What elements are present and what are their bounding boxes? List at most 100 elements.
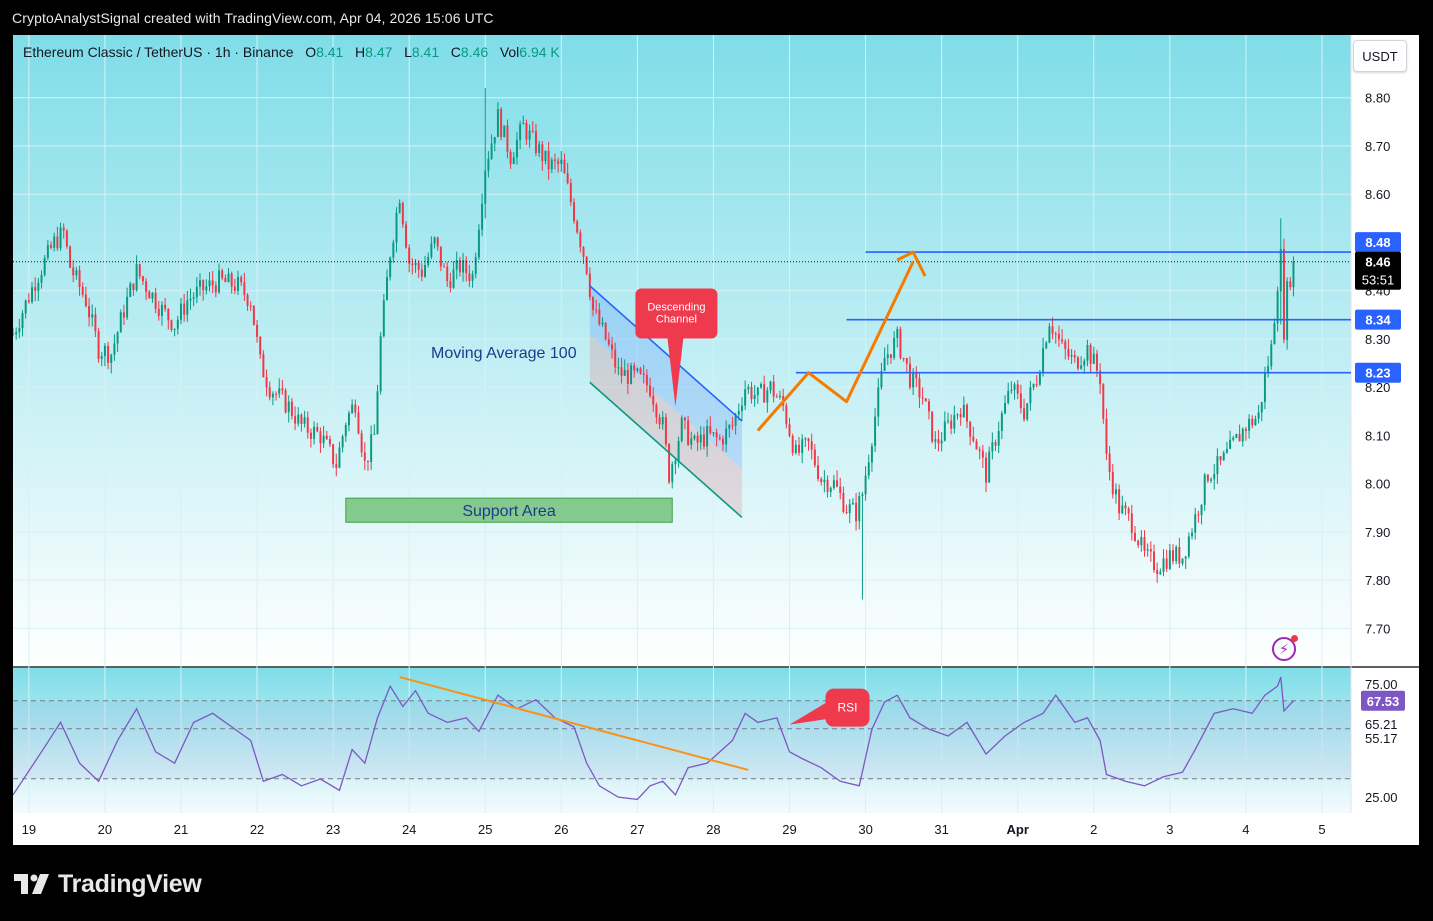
candle-body bbox=[281, 388, 284, 391]
candle-body bbox=[287, 401, 290, 413]
candle-body bbox=[1086, 345, 1089, 361]
candle-body bbox=[411, 263, 414, 266]
symbol-name[interactable]: Ethereum Classic / TetherUS · 1h · Binan… bbox=[23, 44, 294, 60]
candle-body bbox=[525, 123, 528, 140]
candle-body bbox=[908, 363, 911, 388]
candle-body bbox=[1137, 540, 1140, 546]
candle-body bbox=[1235, 434, 1238, 438]
candle-body bbox=[224, 278, 227, 283]
candle-body bbox=[855, 502, 858, 522]
volume-value: 6.94 K bbox=[519, 44, 560, 60]
tradingview-logo[interactable]: TradingView bbox=[14, 868, 202, 900]
candle-body bbox=[1156, 570, 1159, 575]
candle-body bbox=[354, 404, 357, 413]
candle-body bbox=[347, 413, 350, 426]
level-price-label: 8.48 bbox=[1365, 235, 1390, 250]
symbol-legend[interactable]: Ethereum Classic / TetherUS · 1h · Binan… bbox=[23, 44, 560, 60]
chart-frame[interactable]: Support Area Descending Channel Moving Ave… bbox=[13, 35, 1419, 845]
candle-body bbox=[135, 264, 138, 291]
candle-body bbox=[37, 282, 40, 291]
candle-body bbox=[874, 416, 877, 446]
lightning-icon[interactable]: ⚡ bbox=[1272, 635, 1298, 661]
candle-body bbox=[186, 300, 189, 315]
candle-body bbox=[1200, 504, 1203, 516]
candle-body bbox=[1172, 550, 1175, 562]
candle-body bbox=[721, 438, 724, 445]
candle-body bbox=[931, 411, 934, 442]
candle-body bbox=[962, 404, 965, 418]
candle-body bbox=[160, 304, 163, 316]
candle-body bbox=[699, 434, 702, 443]
candle-body bbox=[1213, 474, 1216, 480]
candle-body bbox=[214, 285, 217, 293]
candle-body bbox=[176, 319, 179, 329]
candle-body bbox=[433, 237, 436, 244]
candle-body bbox=[294, 416, 297, 424]
candle-body bbox=[541, 144, 544, 162]
candle-body bbox=[1105, 418, 1108, 454]
candle-body bbox=[953, 415, 956, 429]
candle-body bbox=[766, 390, 769, 403]
candle-body bbox=[842, 492, 845, 513]
currency-button[interactable]: USDT bbox=[1353, 40, 1407, 72]
candle-body bbox=[810, 441, 813, 450]
candle-body bbox=[604, 322, 607, 340]
candle-body bbox=[969, 421, 972, 437]
candle-body bbox=[912, 371, 915, 388]
candle-body bbox=[1257, 412, 1260, 419]
candle-body bbox=[598, 309, 601, 325]
candle-body bbox=[658, 417, 661, 425]
y-tick-label: 8.70 bbox=[1365, 139, 1390, 154]
candle-body bbox=[934, 439, 937, 442]
candle-body bbox=[1143, 537, 1146, 551]
candle-body bbox=[471, 274, 474, 281]
candle-body bbox=[138, 264, 141, 277]
chart-canvas[interactable]: Support Area DescendingChannel Moving Ave… bbox=[13, 35, 1419, 845]
candle-body bbox=[544, 150, 547, 162]
candle-body bbox=[671, 464, 674, 483]
candle-body bbox=[427, 257, 430, 266]
candle-body bbox=[290, 401, 293, 417]
candle-body bbox=[107, 345, 110, 363]
x-tick-label: 20 bbox=[98, 822, 112, 837]
candle-body bbox=[382, 300, 385, 337]
candle-body bbox=[538, 144, 541, 154]
open-label: O bbox=[305, 44, 317, 60]
candle-body bbox=[731, 425, 734, 427]
candle-body bbox=[53, 236, 56, 248]
candle-body bbox=[1216, 456, 1219, 475]
candle-body bbox=[1244, 428, 1247, 431]
candle-body bbox=[275, 393, 278, 395]
x-tick-label: 27 bbox=[630, 822, 644, 837]
candle-body bbox=[1241, 428, 1244, 442]
candle-body bbox=[338, 447, 341, 468]
candle-body bbox=[1095, 353, 1098, 371]
y-tick-label: 8.00 bbox=[1365, 477, 1390, 492]
candle-body bbox=[1089, 345, 1092, 364]
rsi-value-label: 65.21 bbox=[1365, 717, 1398, 732]
candle-body bbox=[192, 297, 195, 299]
candle-body bbox=[1273, 323, 1276, 345]
candle-body bbox=[1289, 281, 1292, 288]
x-tick-label: 3 bbox=[1166, 822, 1173, 837]
candle-body bbox=[487, 158, 490, 171]
candle-body bbox=[1168, 550, 1171, 569]
candle-body bbox=[62, 227, 65, 231]
candle-body bbox=[1165, 558, 1168, 569]
candle-body bbox=[205, 286, 208, 291]
candle-body bbox=[122, 312, 125, 318]
candle-body bbox=[611, 344, 614, 350]
candle-body bbox=[899, 328, 902, 358]
candle-body bbox=[278, 388, 281, 394]
candle-body bbox=[503, 125, 506, 138]
x-tick-label: 29 bbox=[782, 822, 796, 837]
volume-label: Vol bbox=[499, 44, 520, 60]
candle-body bbox=[972, 436, 975, 441]
candle-body bbox=[785, 405, 788, 425]
candle-body bbox=[889, 354, 892, 358]
candle-body bbox=[56, 236, 59, 249]
candle-body bbox=[553, 159, 556, 161]
candle-body bbox=[630, 365, 633, 384]
candle-body bbox=[566, 173, 569, 184]
candle-body bbox=[218, 270, 220, 293]
